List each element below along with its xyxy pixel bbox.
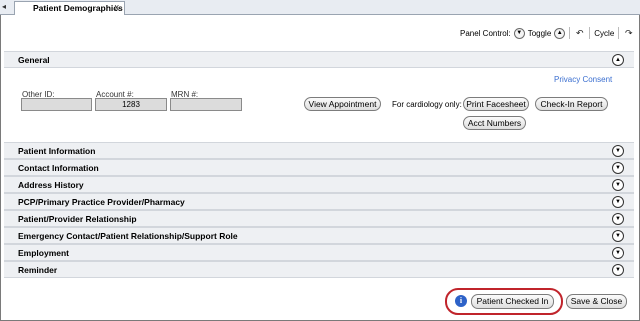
section-employment[interactable]: Employment ▼ xyxy=(4,244,634,261)
patient-checked-in-button[interactable]: Patient Checked In xyxy=(471,294,554,309)
close-icon[interactable]: x xyxy=(115,2,120,12)
section-reminder[interactable]: Reminder ▼ xyxy=(4,261,634,278)
check-in-report-button[interactable]: Check-In Report xyxy=(535,97,608,111)
section-patient-provider-relationship[interactable]: Patient/Provider Relationship ▼ xyxy=(4,210,634,227)
privacy-consent-link[interactable]: Privacy Consent xyxy=(554,75,612,84)
tab-strip: ◂ Patient Demographics x xyxy=(0,0,640,15)
panel-control-label: Panel Control: xyxy=(460,28,511,38)
collapse-all-chevron-up-icon[interactable]: ▲ xyxy=(554,27,566,39)
chevron-down-icon[interactable]: ▼ xyxy=(612,213,624,225)
cycle-icon[interactable]: ↷ xyxy=(623,28,634,39)
section-label: Reminder xyxy=(18,265,58,275)
section-label: Address History xyxy=(18,180,84,190)
section-address-history[interactable]: Address History ▼ xyxy=(4,176,634,193)
account-field[interactable]: 1283 xyxy=(95,98,167,111)
separator xyxy=(618,27,620,39)
chevron-up-icon[interactable]: ▲ xyxy=(612,54,624,66)
section-emergency-contact[interactable]: Emergency Contact/Patient Relationship/S… xyxy=(4,227,634,244)
section-label: PCP/Primary Practice Provider/Pharmacy xyxy=(18,197,185,207)
chevron-down-icon[interactable]: ▼ xyxy=(612,179,624,191)
other-id-field[interactable] xyxy=(21,98,92,111)
undo-icon[interactable]: ↶ xyxy=(574,28,585,39)
chevron-down-icon[interactable]: ▼ xyxy=(612,247,624,259)
acct-numbers-button[interactable]: Acct Numbers xyxy=(463,116,526,130)
section-general[interactable]: General ▲ xyxy=(4,51,634,68)
section-label: General xyxy=(18,55,50,65)
toggle-label[interactable]: Toggle xyxy=(528,29,552,38)
toggle-chevron-down-icon[interactable]: ▼ xyxy=(513,27,525,39)
section-pcp-practice-pharmacy[interactable]: PCP/Primary Practice Provider/Pharmacy ▼ xyxy=(4,193,634,210)
separator xyxy=(589,27,591,39)
tab-title: Patient Demographics xyxy=(33,3,123,13)
section-label: Employment xyxy=(18,248,70,258)
section-label: Patient/Provider Relationship xyxy=(18,214,137,224)
section-label: Emergency Contact/Patient Relationship/S… xyxy=(18,231,238,241)
cycle-label[interactable]: Cycle xyxy=(594,29,614,38)
print-facesheet-button[interactable]: Print Facesheet xyxy=(463,97,529,111)
mrn-field[interactable] xyxy=(170,98,242,111)
tab-patient-demographics[interactable]: Patient Demographics x xyxy=(14,1,125,15)
chevron-down-icon[interactable]: ▼ xyxy=(612,145,624,157)
chevron-down-icon[interactable]: ▼ xyxy=(612,230,624,242)
panel-control: Panel Control: ▼ Toggle ▲ ↶ Cycle ↷ xyxy=(460,27,634,39)
section-label: Contact Information xyxy=(18,163,99,173)
chevron-down-icon[interactable]: ▼ xyxy=(612,196,624,208)
separator xyxy=(569,27,571,39)
section-label: Patient Information xyxy=(18,146,96,156)
chevron-down-icon[interactable]: ▼ xyxy=(612,162,624,174)
section-contact-information[interactable]: Contact Information ▼ xyxy=(4,159,634,176)
save-close-button[interactable]: Save & Close xyxy=(566,294,627,309)
tab-scroll-left-icon[interactable]: ◂ xyxy=(2,2,10,12)
view-appointment-button[interactable]: View Appointment xyxy=(304,97,381,111)
section-patient-information[interactable]: Patient Information ▼ xyxy=(4,142,634,159)
chevron-down-icon[interactable]: ▼ xyxy=(612,264,624,276)
cardiology-label: For cardiology only: xyxy=(392,100,462,109)
info-icon[interactable]: i xyxy=(455,295,467,307)
